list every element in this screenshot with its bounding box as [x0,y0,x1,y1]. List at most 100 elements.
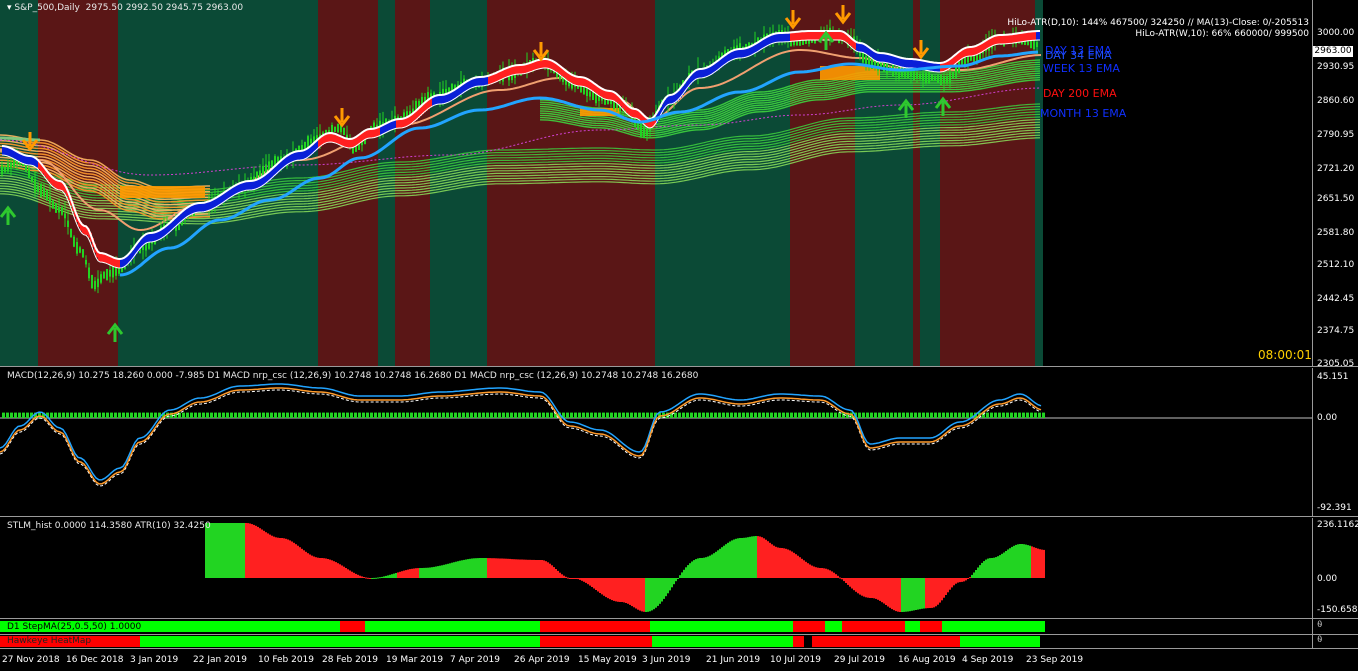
stlm-bar [305,551,307,578]
stlm-bar [705,557,707,578]
stlm-pane[interactable]: STLM_hist 0.0000 114.3580 ATR(10) 32.425… [0,518,1312,618]
ema-band-segment [482,76,484,86]
stlm-bar [693,560,695,578]
ema-band-segment [972,46,974,56]
macd-bar [314,412,317,418]
macd-bar [570,412,573,418]
stlm-bar [655,578,657,608]
stlm-bar [369,578,371,579]
stlm-bar [567,577,569,579]
macd-pane[interactable]: MACD(12,26,9) 10.275 18.260 0.000 -7.985… [0,368,1312,516]
stepma-pane[interactable]: D1 StepMA(25,0.5,50) 1.0000 [0,619,1312,634]
stlm-bar [751,536,753,578]
macd-bar [214,412,217,418]
stlm-bar [255,525,257,578]
macd-bar [442,412,445,418]
stlm-bar [517,559,519,578]
stlm-bar [973,572,975,578]
macd-bar [182,412,185,418]
stlm-bar [875,578,877,599]
stlm-bar [981,562,983,578]
macd-bar [398,412,401,418]
stlm-bar [211,523,213,578]
stlm-bar [831,571,833,578]
macd-bar [450,412,453,418]
macd-bar [1042,412,1045,418]
price-chart-pane[interactable]: ▾ S&P_500,Daily 2975.50 2992.50 2945.75 … [0,0,1312,366]
ema-band-segment [1034,31,1036,41]
stlm-bar [435,566,437,578]
ema-band-segment [304,150,306,160]
price-tick: 2442.45 [1317,294,1355,304]
ema-band-segment [152,232,154,242]
ema-band-segment [398,119,400,129]
stlm-bar [627,578,629,604]
stlm-bar [561,574,563,578]
ema-band-segment [480,77,482,86]
stlm-bar [989,558,991,578]
ema-band-segment [906,58,908,68]
ema-band-segment [438,95,440,105]
macd-bar [786,412,789,418]
stlm-bar [687,565,689,578]
macd-bar [434,412,437,418]
macd-bar [902,412,905,418]
ema-band-segment [1010,34,1012,44]
ema-band-segment [964,48,966,58]
stlm-bar [701,558,703,578]
macd-bar [822,412,825,418]
macd-bar [94,412,97,418]
ema-band-segment [474,78,476,87]
stlm-bar [961,578,963,582]
stlm-bar [363,577,365,578]
ema-band-segment [444,94,446,104]
stlm-bar [937,578,939,605]
macd-bar [874,412,877,418]
paperclip-icon: ⍬ [1317,635,1323,645]
macd-bar [426,412,429,418]
stlm-tick-bottom: -150.6589 [1317,605,1358,615]
stlm-bar [349,570,351,578]
stlm-bar [351,571,353,578]
stlm-bar [603,578,605,596]
stlm-bar [713,553,715,578]
macd-bar [58,412,61,418]
stlm-bar [635,578,637,609]
stlm-bar [827,569,829,578]
candle-body [916,72,918,79]
macd-axis: 45.151 0.00 -92.391 [1312,368,1358,516]
ema-band-segment [206,202,208,212]
macd-bar [74,412,77,418]
ema-band-segment [500,71,502,80]
candle-body [646,127,648,136]
ema-band-segment [736,49,738,59]
candle-body [937,75,939,84]
stlm-bar [883,578,885,604]
ema-band-segment [968,47,970,57]
stlm-bar [715,551,717,578]
stlm-bar [425,567,427,578]
ema-band-segment [966,47,968,57]
macd-bar [634,412,637,418]
heatmap-pane[interactable]: Hawkeye HeatMap [0,635,1312,648]
stlm-bar [477,558,479,578]
strip-segment [793,636,804,647]
macd-bar [574,412,577,418]
candle-body [49,197,51,203]
ema-band-segment [210,200,212,210]
macd-bar [710,412,713,418]
stlm-bar [299,547,301,578]
triangle-down-icon[interactable]: ▾ [7,3,12,13]
macd-bar [286,412,289,418]
stlm-bar [597,578,599,592]
stlm-bar [455,561,457,578]
macd-bar [366,412,369,418]
ema-band-segment [1014,33,1016,43]
macd-bar [694,412,697,418]
date-tick: 15 May 2019 [578,655,637,665]
stlm-bar [253,524,255,578]
stlm-bar [847,578,849,585]
macd-bar [582,412,585,418]
ema-band-segment [992,37,994,46]
stlm-bar [905,578,907,612]
